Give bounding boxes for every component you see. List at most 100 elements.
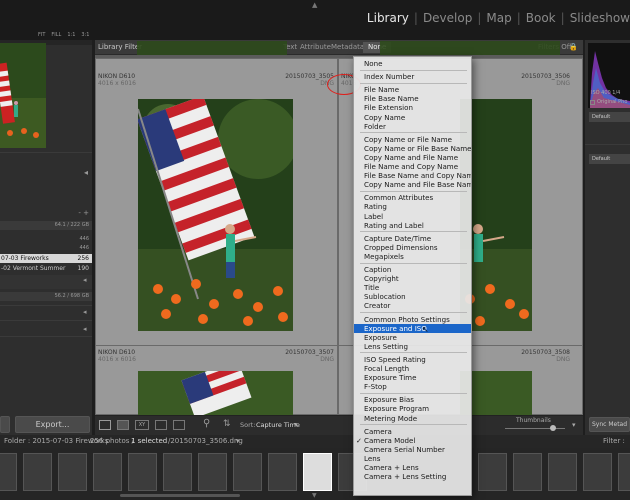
lock-icon[interactable]: 🔒	[569, 40, 578, 55]
folder-row[interactable]: -02 Vermont Summer 190	[0, 264, 92, 273]
collapse-icon[interactable]: ◂	[83, 308, 87, 316]
filmstrip-thumb[interactable]	[93, 453, 122, 491]
zoom-3-1[interactable]: 3:1	[81, 32, 89, 38]
filmstrip-thumb[interactable]	[0, 453, 17, 491]
toolbar-menu-icon[interactable]: ▾	[572, 421, 576, 429]
menu-item[interactable]: Common Photo Settings	[364, 315, 450, 324]
menu-item[interactable]: File Base Name and Copy Name	[364, 171, 471, 180]
file-caret-icon[interactable]: ▾	[236, 435, 240, 448]
menu-item[interactable]: Sublocation	[364, 292, 406, 301]
menu-item[interactable]: Exposure and ISO ↖	[354, 323, 471, 334]
menu-item[interactable]: Lens	[364, 454, 380, 463]
filmstrip-thumb[interactable]	[583, 453, 612, 491]
export-button[interactable]: Export...	[15, 416, 90, 433]
grid-cell[interactable]: NIKON D610 4016 x 6016 20150703_3507 DNG	[95, 345, 338, 415]
menu-item[interactable]: Folder	[364, 122, 386, 131]
collapse-top-icon[interactable]: ▲	[312, 1, 317, 9]
sync-metadata-button[interactable]: Sync Metad	[589, 417, 630, 432]
add-folder-icon[interactable]: - +	[0, 210, 92, 217]
compare-view-icon[interactable]: XY	[135, 420, 149, 430]
grid-cell[interactable]: NIKON D610 4016 x 6016 20150703_3505 DNG	[95, 58, 338, 382]
menu-item[interactable]: Title	[364, 283, 379, 292]
menu-item[interactable]: Cropped Dimensions	[364, 243, 438, 252]
filmstrip-thumb[interactable]	[163, 453, 192, 491]
slider-thumb[interactable]	[550, 425, 556, 431]
menu-item[interactable]: Camera + Lens	[364, 463, 419, 472]
menu-item[interactable]: Copy Name	[364, 113, 405, 122]
metadata-preset-dropdown[interactable]: Default	[589, 154, 630, 164]
menu-item[interactable]: Exposure Time	[364, 373, 416, 382]
filmstrip-thumb[interactable]	[268, 453, 297, 491]
filmstrip-thumb[interactable]	[478, 453, 507, 491]
dropdown-caret-icon[interactable]: ▾	[294, 421, 297, 428]
module-slideshow[interactable]: Slideshow	[570, 11, 630, 25]
menu-item[interactable]: Rating and Label	[364, 221, 424, 230]
filmstrip-thumb[interactable]	[548, 453, 577, 491]
filmstrip-thumb[interactable]	[23, 453, 52, 491]
menu-item[interactable]: Label	[364, 212, 383, 221]
menu-item[interactable]: Camera	[364, 427, 392, 436]
menu-item[interactable]: Exposure Bias	[364, 395, 414, 404]
zoom-fit[interactable]: FIT	[38, 32, 45, 38]
menu-item[interactable]: Camera Serial Number	[364, 445, 445, 454]
preset-dropdown[interactable]: Default	[589, 112, 630, 122]
import-button[interactable]	[0, 416, 10, 433]
folder-row-selected[interactable]: 07-03 Fireworks 256	[0, 254, 92, 263]
spray-can-icon[interactable]: ⚲	[203, 418, 210, 429]
menu-item[interactable]: Copy Name and File Base Name	[364, 180, 471, 189]
menu-item[interactable]: Focal Length	[364, 364, 409, 373]
menu-item[interactable]: Exposure	[364, 333, 397, 342]
menu-item[interactable]: F-Stop	[364, 382, 387, 391]
filmstrip-thumb[interactable]	[618, 453, 630, 491]
module-book[interactable]: Book	[526, 11, 556, 25]
collapse-icon[interactable]: ◂	[83, 276, 87, 284]
module-develop[interactable]: Develop	[423, 11, 472, 25]
folder-row[interactable]: 446	[0, 236, 92, 244]
filmstrip-thumb[interactable]	[513, 453, 542, 491]
menu-item[interactable]: Metering Mode	[364, 414, 417, 423]
filmstrip-thumb[interactable]	[128, 453, 157, 491]
filter-tab-metadata[interactable]: Metadata	[331, 40, 364, 55]
menu-item[interactable]: File Name and Copy Name	[364, 162, 458, 171]
volume-row[interactable]: 64.1 / 222 GB	[0, 221, 92, 230]
photo-thumbnail[interactable]	[138, 99, 293, 331]
menu-item[interactable]: Creator	[364, 301, 390, 310]
loupe-view-icon[interactable]	[117, 420, 129, 430]
module-map[interactable]: Map	[486, 11, 511, 25]
menu-item[interactable]: Copy Name and File Name	[364, 153, 458, 162]
original-photo-checkbox[interactable]	[590, 100, 595, 105]
photo-thumbnail[interactable]	[138, 371, 293, 415]
people-view-icon[interactable]	[173, 420, 185, 430]
survey-view-icon[interactable]	[155, 420, 167, 430]
zoom-1-1[interactable]: 1:1	[67, 32, 75, 38]
volume-row-2[interactable]: 56.2 / 698 GB	[0, 292, 92, 301]
filmstrip-thumb[interactable]	[233, 453, 262, 491]
folder-row[interactable]: 446	[0, 245, 92, 253]
filmstrip-thumb[interactable]	[198, 453, 227, 491]
menu-item[interactable]: Exposure Program	[364, 404, 429, 413]
sort-direction-icon[interactable]: ⇅	[223, 419, 231, 429]
menu-item[interactable]: None	[364, 59, 383, 68]
menu-item[interactable]: Lens Setting	[364, 342, 408, 351]
menu-item[interactable]: Copy Name or File Base Name	[364, 144, 471, 153]
filmstrip-scrollbar[interactable]	[120, 494, 240, 497]
menu-item[interactable]: ISO Speed Rating	[364, 355, 426, 364]
menu-item[interactable]: Common Attributes	[364, 193, 433, 202]
collapse-panel-icon[interactable]: ◂	[84, 168, 88, 177]
grid-view-icon[interactable]	[99, 420, 111, 430]
collapse-bottom-icon[interactable]: ▼	[312, 492, 317, 499]
collapse-icon[interactable]: ◂	[83, 325, 87, 333]
menu-item[interactable]: File Extension	[364, 103, 413, 112]
menu-item[interactable]: Index Number	[364, 72, 414, 81]
menu-item[interactable]: Megapixels	[364, 252, 404, 261]
menu-item[interactable]: Capture Date/Time	[364, 234, 431, 243]
menu-item[interactable]: Camera + Lens Setting	[364, 472, 446, 481]
menu-item[interactable]: ✓ Camera Model	[356, 436, 415, 445]
zoom-fill[interactable]: FILL	[51, 32, 61, 38]
menu-item[interactable]: Copy Name or File Name	[364, 135, 452, 144]
menu-item[interactable]: Caption	[364, 265, 391, 274]
filmstrip-thumb-selected[interactable]	[303, 453, 332, 491]
menu-item[interactable]: File Name	[364, 85, 399, 94]
thumbnail-size-slider[interactable]	[505, 428, 565, 429]
filter-tab-attribute[interactable]: Attribute	[300, 40, 331, 55]
